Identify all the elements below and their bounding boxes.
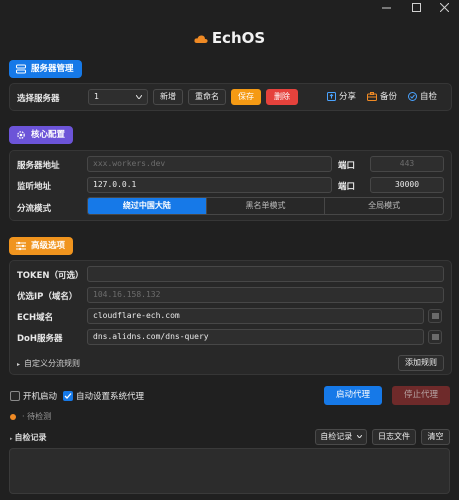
core-card: 服务器地址 xxx.workers.dev 端口 443 监听地址 127.0.… [9,150,452,221]
doh-server-input[interactable]: dns.alidns.com/dns-query [87,329,424,345]
routing-mode-label: 分流模式 [17,204,52,214]
start-proxy-button[interactable]: 启动代理 [324,386,382,405]
minimize-button[interactable] [372,0,400,20]
select-server-label: 选择服务器 [17,94,60,104]
server-card: 选择服务器 1 新增 重命名 保存 删除 分享 备份 自检 [9,83,452,111]
server-section-title: 服务器管理 [31,64,74,74]
cloud-icon [194,30,208,48]
checkmark-icon [64,393,72,399]
token-input[interactable] [87,266,444,282]
status-text-value: 待检测 [27,412,52,421]
advanced-section-title: 高级选项 [31,241,66,251]
server-select[interactable]: 1 [88,89,148,105]
log-type-value: 自检记录 [320,432,353,441]
advanced-card: TOKEN（可选） 优选IP（域名） 104.16.158.132 ECH域名 … [9,260,452,375]
selfcheck-label: 自检 [420,92,438,102]
routing-option-blacklist[interactable]: 黑名单模式 [205,198,325,214]
ech-list-button[interactable] [428,309,442,323]
ech-domain-input[interactable]: cloudflare-ech.com [87,308,424,324]
preferred-ip-label: 优选IP（域名） [17,292,78,302]
log-output-area[interactable] [9,448,450,494]
listen-port-input[interactable]: 30000 [370,177,444,193]
preferred-ip-input[interactable]: 104.16.158.132 [87,287,444,303]
save-server-button[interactable]: 保存 [231,89,261,105]
backup-icon [367,92,377,101]
stop-proxy-button[interactable]: 停止代理 [392,386,450,405]
ech-domain-label: ECH域名 [17,313,54,323]
share-label: 分享 [339,92,357,102]
listen-addr-input[interactable]: 127.0.0.1 [87,177,332,193]
app-title-text: EchOS [211,29,266,47]
token-label: TOKEN（可选） [17,271,84,281]
log-title-text: 自检记录 [14,433,47,442]
port-label: 端口 [338,161,356,171]
caret-right-icon: ▸ [10,436,13,442]
log-title: ▸ 自检记录 [10,432,47,443]
routing-mode-selector: 绕过中国大陆 黑名单模式 全局模式 [87,197,444,215]
clear-log-button[interactable]: 清空 [421,429,450,445]
custom-rules-label: 自定义分流规则 [24,359,81,368]
log-file-button[interactable]: 日志文件 [372,429,416,445]
selfcheck-button[interactable]: 自检 [408,90,437,104]
log-type-select[interactable]: 自检记录 [315,429,367,445]
routing-option-bypass-cn[interactable]: 绕过中国大陆 [88,198,206,214]
auto-proxy-checkbox[interactable] [63,391,73,401]
core-section-title: 核心配置 [31,130,66,140]
maximize-button[interactable] [402,0,430,20]
port-input[interactable]: 443 [370,156,444,172]
autostart-label: 开机启动 [23,392,58,402]
maximize-icon [411,3,421,12]
list-icon [432,334,439,340]
add-rule-button[interactable]: 添加规则 [398,355,444,371]
server-select-value: 1 [94,92,100,101]
chevron-down-icon [356,434,363,439]
app-title: EchOS [0,29,459,48]
close-icon [439,2,449,13]
delete-server-button[interactable]: 删除 [266,89,298,105]
custom-rules-toggle[interactable]: ▸ 自定义分流规则 [17,357,80,372]
list-icon [432,313,439,319]
server-icon [16,64,26,74]
listen-port-label: 端口 [338,182,356,192]
doh-server-label: DoH服务器 [17,334,63,344]
share-button[interactable]: 分享 [327,90,356,104]
status-text: · 待检测 [22,412,52,421]
add-server-button[interactable]: 新增 [153,89,183,105]
status-dot [10,414,16,420]
advanced-section-header: 高级选项 [9,237,74,255]
check-circle-icon [408,92,417,101]
auto-proxy-label: 自动设置系统代理 [76,392,145,402]
autostart-checkbox[interactable] [10,391,20,401]
doh-list-button[interactable] [428,330,442,344]
sliders-icon [16,241,26,251]
server-section-header: 服务器管理 [9,60,82,78]
backup-button[interactable]: 备份 [367,90,397,104]
rename-server-button[interactable]: 重命名 [188,89,226,105]
gear-icon [17,131,25,139]
close-button[interactable] [430,0,458,20]
backup-label: 备份 [380,92,398,102]
chevron-down-icon [136,95,142,99]
caret-right-icon: ▸ [17,361,21,368]
server-addr-label: 服务器地址 [17,161,60,171]
listen-addr-label: 监听地址 [17,182,52,192]
routing-option-global[interactable]: 全局模式 [324,198,443,214]
core-section-header: 核心配置 [9,126,74,144]
share-icon [327,92,336,101]
server-addr-input[interactable]: xxx.workers.dev [87,156,332,172]
minimize-icon [381,7,391,9]
title-bar [0,0,459,22]
